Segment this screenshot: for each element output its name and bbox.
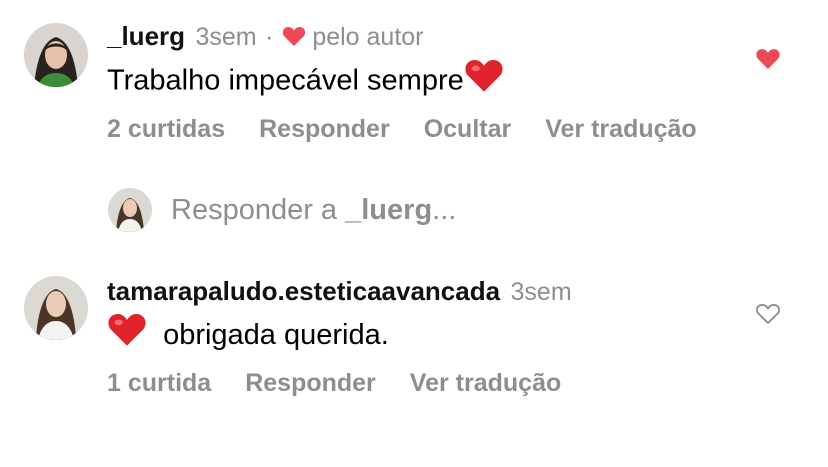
author-like-label: pelo autor (312, 23, 424, 51)
comment-username[interactable]: tamarapaludo.esteticaavancada (107, 276, 500, 306)
comment-body: Trabalho impecável sempre (107, 64, 464, 97)
avatar-tamarapaludo[interactable] (24, 276, 88, 340)
separator: · (265, 23, 274, 51)
likes-count-link[interactable]: 2 curtidas (107, 115, 225, 144)
translate-button[interactable]: Ver tradução (410, 369, 561, 398)
reply-prefix: Responder a (171, 194, 338, 226)
comment-time: 3sem (510, 278, 572, 306)
comment-username[interactable]: _luerg (107, 21, 185, 51)
like-heart-outline-icon[interactable] (755, 302, 781, 330)
likes-count-link[interactable]: 1 curtida (107, 369, 211, 398)
red-heart-emoji-icon (107, 310, 147, 356)
comment-actions: 1 curtida Responder Ver tradução (107, 369, 561, 398)
translate-button[interactable]: Ver tradução (545, 115, 696, 144)
comment-text: Trabalho impecável sempre (107, 59, 504, 105)
comment-header: _luerg 3sem · pelo autor (107, 21, 424, 54)
reply-ellipsis: ... (432, 194, 457, 226)
avatar-current-user (108, 188, 152, 232)
comment-body: obrigada querida. (163, 318, 389, 351)
author-like-heart-icon (282, 25, 306, 52)
reply-button[interactable]: Responder (259, 115, 390, 144)
like-heart-filled-icon[interactable] (755, 47, 781, 75)
reply-input[interactable]: Responder a _luerg... (171, 194, 456, 227)
hide-button[interactable]: Ocultar (424, 115, 512, 144)
avatar-luerg[interactable] (24, 23, 88, 87)
reply-button[interactable]: Responder (245, 369, 376, 398)
red-heart-emoji-icon (464, 56, 504, 102)
comment-time: 3sem (195, 23, 257, 51)
comment-text: obrigada querida. (107, 313, 389, 359)
comment-header: tamarapaludo.esteticaavancada 3sem (107, 276, 572, 307)
reply-target: _luerg (345, 194, 433, 226)
comment-actions: 2 curtidas Responder Ocultar Ver traduçã… (107, 115, 697, 144)
